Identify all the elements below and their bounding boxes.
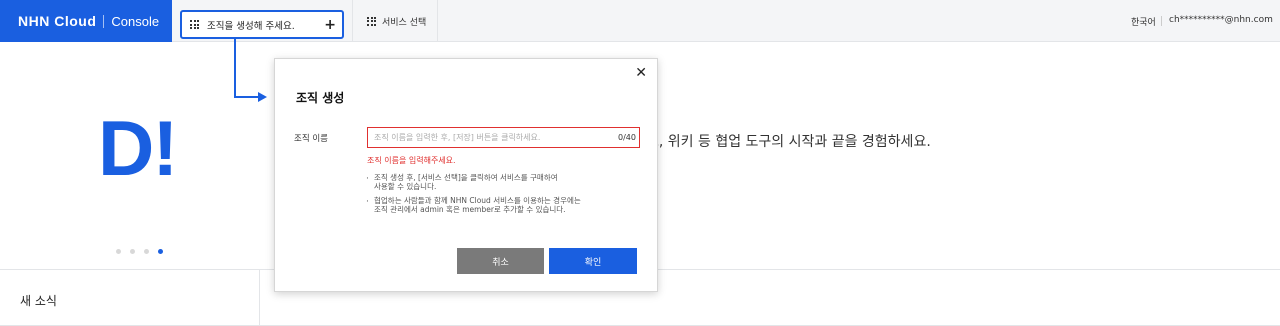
help-note-line: 조직 생성 후, [서비스 선택]을 클릭하여 서비스를 구매하여 (374, 173, 558, 182)
brand-logo-link[interactable]: NHN Cloud Console (0, 0, 172, 42)
annotation-arrow-line (234, 39, 236, 98)
news-title: 새 소식 (20, 294, 57, 308)
org-grid-icon (190, 20, 199, 29)
org-name-input[interactable] (367, 127, 640, 148)
news-divider (259, 270, 260, 326)
org-name-label: 조직 이름 (294, 134, 328, 144)
carousel-indicators (116, 249, 163, 254)
help-note: 협업하는 사람들과 함께 NHN Cloud 서비스를 이용하는 경우에는 조직… (366, 196, 627, 214)
carousel-dot-3[interactable] (144, 249, 149, 254)
header-divider (1161, 16, 1162, 26)
service-grid-icon (367, 16, 376, 26)
carousel-dot-1[interactable] (116, 249, 121, 254)
brand-console-label: Console (111, 13, 160, 29)
top-bar: NHN Cloud Console 조직을 생성해 주세요. + 서비스 선택 … (0, 0, 1280, 42)
modal-title: 조직 생성 (296, 91, 345, 105)
confirm-button[interactable]: 확인 (549, 248, 637, 274)
language-selector[interactable]: 한국어 (1131, 15, 1156, 28)
char-counter: 0/40 (618, 133, 636, 142)
help-note-line: 조직 관리에서 admin 혹은 member로 추가할 수 있습니다. (374, 205, 566, 214)
validation-error: 조직 이름을 입력해주세요. (367, 156, 456, 165)
add-org-icon[interactable]: + (324, 17, 336, 33)
help-note-line: 협업하는 사람들과 함께 NHN Cloud 서비스를 이용하는 경우에는 (374, 196, 581, 205)
brand-separator (103, 14, 105, 28)
hero-logo: D! (98, 104, 178, 192)
annotation-arrow-line (234, 96, 260, 98)
carousel-dot-4[interactable] (158, 249, 163, 254)
org-selector[interactable]: 조직을 생성해 주세요. + (180, 10, 344, 39)
help-note-line: 사용할 수 있습니다. (374, 182, 437, 191)
cancel-button[interactable]: 취소 (457, 248, 544, 274)
close-icon[interactable]: ✕ (635, 65, 647, 81)
annotation-arrow-head (258, 92, 267, 102)
carousel-dot-2[interactable] (130, 249, 135, 254)
brand-logo: NHN Cloud (18, 13, 97, 29)
hero-tagline: 브, 위키 등 협업 도구의 시작과 끝을 경험하세요. (646, 134, 931, 150)
service-selector[interactable]: 서비스 선택 (352, 0, 438, 42)
user-account-menu[interactable]: ch**********@nhn.com (1169, 15, 1273, 25)
create-org-modal: ✕ 조직 생성 조직 이름 0/40 조직 이름을 입력해주세요. 조직 생성 … (274, 58, 658, 292)
service-selector-label: 서비스 선택 (382, 17, 427, 28)
org-selector-label: 조직을 생성해 주세요. (207, 20, 295, 32)
help-note: 조직 생성 후, [서비스 선택]을 클릭하여 서비스를 구매하여 사용할 수 … (366, 173, 627, 191)
